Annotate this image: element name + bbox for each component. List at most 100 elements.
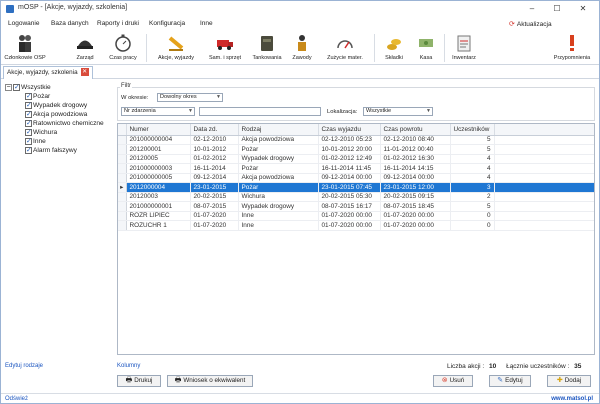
checkbox[interactable] (25, 110, 32, 119)
add-button[interactable]: ✚ Dodaj (547, 375, 591, 387)
exclamation-icon (570, 35, 574, 51)
refresh-link[interactable]: Odśwież (5, 394, 28, 404)
table-row[interactable]: 201200001 10-01-2012 Pożar 10-01-2012 20:00… (118, 144, 594, 155)
actions-count-label: Liczba akcji : (447, 363, 485, 370)
edit-types-link[interactable]: Edytuj rodzaje (5, 363, 43, 369)
table-row[interactable]: 201000000003 16-11-2014 Pożar 16-11-2014 11… (118, 163, 594, 174)
actions-count-value: 10 (489, 363, 497, 370)
table-row[interactable]: 201000000001 08-07-2015 Wypadek drogowy 08-… (118, 201, 594, 212)
table-row[interactable]: 20120005 01-02-2012 Wypadek drogowy 01-02-2… (118, 154, 594, 164)
column-header[interactable]: Numer (126, 124, 191, 136)
row-indicator[interactable] (118, 154, 127, 164)
columns-link[interactable]: Kolumny (117, 363, 140, 369)
update-button[interactable]: ⟳ Aktualizacja (509, 20, 552, 28)
checkbox[interactable] (25, 128, 32, 137)
toolbar-fuel-button[interactable]: Tankowania (249, 31, 285, 65)
row-indicator[interactable] (118, 163, 127, 174)
clipboard-icon (457, 35, 471, 52)
tree-item[interactable]: Akcja powodziowa (25, 110, 87, 119)
toolbar-reminders-button[interactable]: Przypomnienia (546, 31, 598, 65)
table-row[interactable]: ROZR LIPIEC 01-07-2020 Inne 01-07-2020 00:0… (118, 211, 594, 221)
table-row[interactable]: ROZUCHR 1 01-07-2020 Inne 01-07-2020 00:00 0… (118, 220, 594, 231)
table-cell: 01-02-2012 16:30 (380, 154, 451, 164)
toolbar-fees-button[interactable]: Składki (377, 31, 411, 65)
column-header[interactable]: Rodzaj (238, 124, 319, 136)
row-indicator[interactable]: ▸ (118, 182, 127, 193)
table-row[interactable]: 201000000005 09-12-2014 Akcja powodziowa 09… (118, 173, 594, 183)
tree-item[interactable]: Alarm fałszywy (25, 146, 77, 155)
toolbar-inventory-button[interactable]: Inwentarz (447, 31, 481, 65)
table-cell-filler (494, 192, 594, 202)
column-header[interactable]: Czas powrotu (380, 124, 451, 136)
table-cell: 16-11-2014 (190, 163, 239, 174)
row-indicator[interactable] (118, 173, 127, 183)
toolbar-board-button[interactable]: Zarząd (67, 31, 103, 65)
delete-icon: ⊗ (441, 377, 448, 384)
tree-root[interactable]: − Wszystkie (5, 83, 51, 92)
checkbox[interactable] (13, 83, 20, 92)
collapse-icon[interactable]: − (5, 83, 12, 91)
print-button[interactable]: 🖶 Drukuj (117, 375, 161, 387)
table-cell: 16-11-2014 11:45 (318, 163, 381, 174)
edit-button[interactable]: ✎ Edytuj (489, 375, 531, 387)
menu-inne[interactable]: Inne (200, 20, 213, 27)
row-indicator[interactable] (118, 192, 127, 202)
checkbox[interactable] (25, 92, 32, 101)
website-link[interactable]: www.matsol.pl (551, 394, 593, 404)
row-indicator[interactable] (118, 220, 127, 231)
menu-konfiguracja[interactable]: Konfiguracja (149, 20, 185, 27)
row-indicator[interactable] (118, 211, 127, 221)
tree-item[interactable]: Inne (25, 137, 46, 146)
maximize-button[interactable]: ☐ (546, 2, 568, 15)
toolbar-actions-button[interactable]: Akcje, wyjazdy (151, 31, 201, 65)
delete-button[interactable]: ⊗ Usuń (433, 375, 473, 387)
toolbar-materials-button[interactable]: Zużycie mater. (319, 31, 371, 65)
toolbar-worktime-button[interactable]: Czas pracy (105, 31, 141, 65)
checkbox[interactable] (25, 101, 32, 110)
table-cell-filler (494, 220, 594, 231)
toolbar-cash-button[interactable]: Kasa (411, 31, 441, 65)
toolbar-competitions-button[interactable]: Zawody (287, 31, 317, 65)
tree-item-label: Wichura (33, 129, 58, 136)
menu-raporty[interactable]: Raporty i druki (97, 20, 139, 27)
checkbox[interactable] (25, 146, 32, 155)
column-header[interactable]: Uczestników (450, 124, 495, 136)
table-row[interactable]: ▸ 2012000004 23-01-2015 Pożar 23-01-2015 07:… (118, 182, 594, 193)
row-indicator[interactable] (118, 144, 127, 155)
toolbar-vehicles-button[interactable]: Sam. i sprzęt (203, 31, 247, 65)
table-cell: 20-02-2015 (190, 192, 239, 202)
row-indicator[interactable] (118, 201, 127, 212)
column-header-filler (494, 124, 594, 136)
table-row[interactable]: 201000000004 02-12-2010 Akcja powodziowa 02… (118, 135, 594, 145)
row-indicator[interactable] (118, 135, 127, 145)
toolbar-label: Inwentarz (452, 55, 476, 61)
tree-item[interactable]: Wichura (25, 128, 57, 137)
request-button[interactable]: 🖶 Wniosek o ekwiwalent (167, 375, 253, 387)
toolbar-members-button[interactable]: Członkowie OSP (3, 31, 47, 65)
tree-item[interactable]: Ratownictwo chemiczne (25, 119, 104, 128)
firefighter-icon (298, 35, 306, 51)
number-select[interactable]: Nr zdarzenia ▼ (121, 107, 195, 116)
minimize-button[interactable]: – (521, 2, 543, 15)
table-row[interactable]: 20120003 20-02-2015 Wichura 20-02-2015 05:3… (118, 192, 594, 202)
checkbox[interactable] (25, 119, 32, 128)
menu-baza-danych[interactable]: Baza danych (51, 20, 89, 27)
tree-item[interactable]: Wypadek drogowy (25, 101, 87, 110)
table-cell: 11-01-2012 00:40 (380, 144, 451, 155)
checkbox[interactable] (25, 137, 32, 146)
close-button[interactable]: ✕ (572, 2, 594, 15)
table-cell: 2012000004 (126, 182, 191, 193)
table-cell: Wypadek drogowy (238, 201, 319, 212)
location-select[interactable]: Wszystkie ▼ (363, 107, 433, 116)
tab-actions[interactable]: Akcje, wyjazdy, szkolenia ✕ (3, 66, 93, 79)
period-select[interactable]: Dowolny okres ▼ (157, 93, 223, 102)
table-cell: 01-07-2020 00:00 (380, 220, 451, 231)
close-tab-icon[interactable]: ✕ (80, 68, 89, 77)
column-header[interactable]: Data zd. (190, 124, 239, 136)
column-header[interactable]: Czas wyjazdu (318, 124, 381, 136)
menu-logowanie[interactable]: Logowanie (8, 20, 39, 27)
number-input[interactable] (199, 107, 321, 116)
tree-item[interactable]: Pożar (25, 92, 50, 101)
toolbar-label: Członkowie OSP (4, 55, 46, 61)
money-icon (419, 39, 433, 47)
